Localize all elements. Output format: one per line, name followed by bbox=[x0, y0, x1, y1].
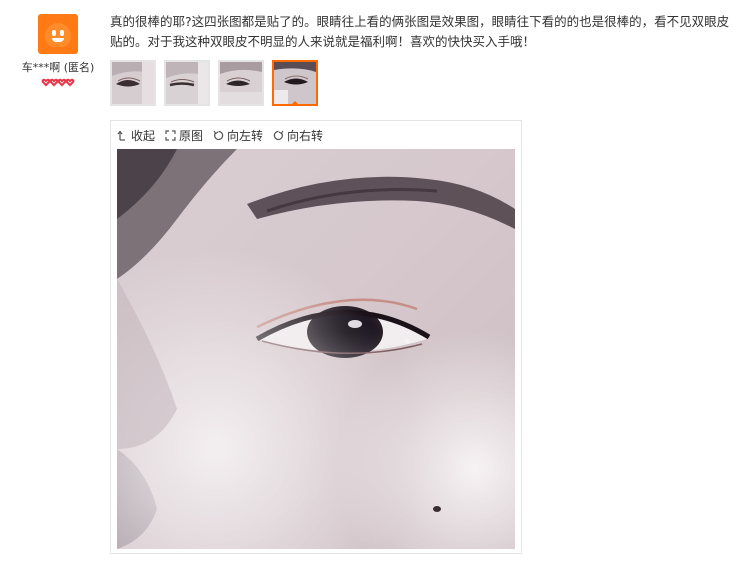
avatar-eye-left bbox=[52, 30, 56, 36]
reviewer-name: 车***啊 (匿名) bbox=[21, 61, 95, 74]
viewer-toolbar: 收起 原图 向左转 向右转 bbox=[111, 121, 521, 149]
image-viewer: 收起 原图 向左转 向右转 bbox=[110, 120, 522, 554]
heart-level-icon bbox=[65, 78, 75, 87]
review-text: 真的很棒的耶?这四张图都是贴了的。眼睛往上看的俩张图是效果图，眼睛往下看的的也是… bbox=[110, 14, 730, 49]
eye-closeup-photo bbox=[117, 149, 515, 549]
avatar-eye-right bbox=[60, 30, 64, 36]
collapse-button[interactable]: 收起 bbox=[117, 127, 155, 144]
collapse-icon bbox=[117, 130, 128, 141]
rotate-left-button[interactable]: 向左转 bbox=[213, 127, 263, 144]
eye-photo-thumbnail bbox=[220, 62, 262, 104]
expand-icon bbox=[165, 129, 176, 141]
review-thumbnails bbox=[110, 60, 735, 106]
eye-photo-thumbnail bbox=[166, 62, 208, 104]
review-thumbnail-active[interactable] bbox=[272, 60, 318, 106]
reviewer-info: 车***啊 (匿名) bbox=[12, 14, 104, 90]
review-photo[interactable] bbox=[117, 149, 515, 549]
review-page: 车***啊 (匿名) 真的很棒的耶?这四张图都是贴了的。眼睛往上看的俩张图是效果… bbox=[0, 0, 750, 562]
rotate-left-label: 向左转 bbox=[227, 128, 264, 143]
eye-photo-thumbnail bbox=[274, 62, 316, 104]
reviewer-level bbox=[12, 78, 104, 90]
rotate-right-icon bbox=[273, 130, 284, 141]
rotate-right-button[interactable]: 向右转 bbox=[273, 127, 323, 144]
review-thumbnail[interactable] bbox=[218, 60, 264, 106]
review-thumbnail[interactable] bbox=[110, 60, 156, 106]
eye-photo-thumbnail bbox=[112, 62, 154, 104]
original-image-button[interactable]: 原图 bbox=[165, 127, 203, 144]
review-thumbnail[interactable] bbox=[164, 60, 210, 106]
review-content: 真的很棒的耶?这四张图都是贴了的。眼睛往上看的俩张图是效果图，眼睛往下看的的也是… bbox=[110, 12, 735, 106]
cartoon-avatar-icon[interactable] bbox=[38, 14, 78, 54]
rotate-right-label: 向右转 bbox=[287, 128, 324, 143]
avatar-face bbox=[45, 23, 71, 47]
original-image-label: 原图 bbox=[179, 128, 204, 143]
rotate-left-icon bbox=[213, 130, 224, 141]
collapse-label: 收起 bbox=[131, 128, 156, 143]
